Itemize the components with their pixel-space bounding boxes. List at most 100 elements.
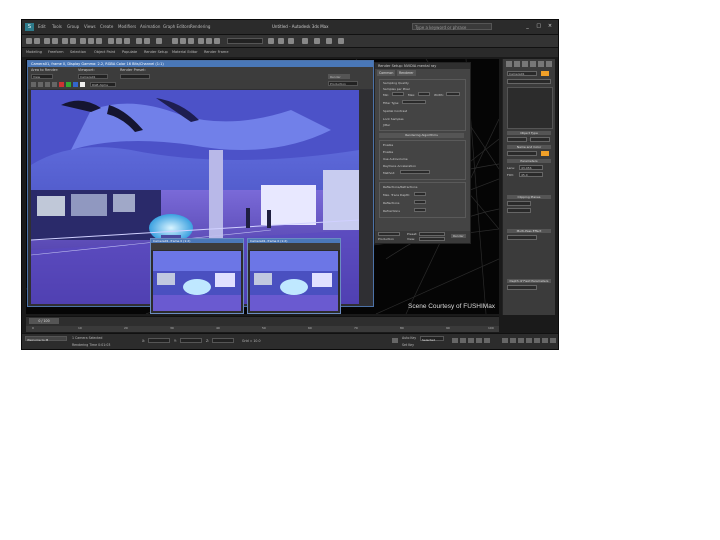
rollout-dof-parameters[interactable]: Depth of Field Parameters [507,279,551,283]
fov-field[interactable]: 45.0 [519,172,543,177]
schematic-icon[interactable] [180,38,186,44]
isolate-icon[interactable] [302,38,308,44]
channel-display-dropdown[interactable]: RGB Alpha [90,82,116,87]
graphite-icon[interactable] [326,38,332,44]
go-to-start-icon[interactable] [452,338,458,343]
snap-icon[interactable] [108,38,114,44]
clone-window-icon[interactable] [45,82,50,87]
modifier-stack[interactable] [507,87,553,129]
minimize-button[interactable]: _ [523,23,531,30]
menu-tools[interactable]: Tools [52,24,62,29]
alpha-channel-icon[interactable] [80,82,85,87]
curve-editor-icon[interactable] [172,38,178,44]
rollout-name-and-color[interactable]: Name and Color [507,145,551,149]
selected-dropdown[interactable]: Selected [420,336,444,342]
tab-common[interactable]: Common [377,70,396,76]
thumbnail-window-2[interactable]: Camera01, frame 0 (1:2) [247,238,341,314]
menu-modifiers[interactable]: Modifiers [118,24,136,29]
modify-tab-icon[interactable] [514,61,520,67]
red-channel-icon[interactable] [59,82,64,87]
tab-material-editor[interactable]: Material Editor [172,50,198,54]
tab-freeform[interactable]: Freeform [48,50,64,54]
tab-selection[interactable]: Selection [70,50,86,54]
tab-populate[interactable]: Populate [122,50,137,54]
scanline-enable-checkbox[interactable]: Enable [383,143,393,147]
menu-create[interactable]: Create [100,24,113,29]
tab-modeling[interactable]: Modeling [26,50,42,54]
z-coordinate-field[interactable] [212,338,234,343]
min-samples-field[interactable] [392,92,404,96]
menu-graph-editors[interactable]: Graph Editors [163,24,190,29]
menu-animation[interactable]: Animation [140,24,160,29]
motion-tab-icon[interactable] [530,61,536,67]
maximize-button[interactable]: □ [535,23,543,30]
raytrace-enable-checkbox[interactable]: Enable [383,150,393,154]
rollout-clipping-planes[interactable]: Clipping Planes [507,195,551,199]
play-icon[interactable] [468,338,474,343]
viewport-dropdown[interactable]: Camera01 [78,74,108,79]
lock-samples-checkbox[interactable]: Lock Samples [383,117,404,121]
near-clip-field[interactable] [507,201,531,206]
width-field[interactable] [446,92,460,96]
app-logo-icon[interactable]: S [25,23,34,31]
select-region-icon[interactable] [70,38,76,44]
menu-edit[interactable]: Edit [38,24,46,29]
view-dropdown[interactable] [419,237,445,241]
rollout-multi-pass-effect[interactable]: Multi-Pass Effect [507,229,551,233]
display-icon[interactable] [288,38,294,44]
use-autovolume-checkbox[interactable]: Use Autovolume [383,157,408,161]
camera-color-swatch[interactable] [541,151,549,156]
area-to-render-dropdown[interactable]: View [31,74,53,79]
set-key-button[interactable]: Set Key [402,343,414,347]
lens-field[interactable]: 43.456 [519,165,543,170]
time-slider-handle[interactable]: 0 / 100 [29,318,59,324]
next-frame-icon[interactable] [476,338,482,343]
production-dropdown[interactable]: Production [328,81,358,86]
x-coordinate-field[interactable] [148,338,170,343]
move-icon[interactable] [80,38,86,44]
modifier-list-dropdown[interactable] [507,79,551,84]
hierarchy-tab-icon[interactable] [522,61,528,67]
refractions-field[interactable] [414,208,426,212]
undo-icon[interactable] [26,38,32,44]
max-samples-field[interactable] [418,92,430,96]
maxscript-listener[interactable]: Welcome to M [25,336,67,342]
align-icon[interactable] [144,38,150,44]
layer-icon[interactable] [156,38,162,44]
method-dropdown[interactable] [400,170,430,174]
jitter-checkbox[interactable]: Jitter [383,123,390,127]
unlink-icon[interactable] [52,38,58,44]
menu-group[interactable]: Group [67,24,79,29]
render-teapot-icon[interactable] [214,38,220,44]
dof-field[interactable] [507,285,537,290]
close-button[interactable]: × [546,23,554,30]
menu-views[interactable]: Views [84,24,96,29]
mirror-icon[interactable] [136,38,142,44]
field-of-view-icon[interactable] [526,338,532,343]
max-trace-depth-field[interactable] [414,192,426,196]
selection-set-dropdown[interactable] [227,38,263,44]
go-to-end-icon[interactable] [484,338,490,343]
named-selection-icon[interactable] [268,38,274,44]
auto-key-button[interactable]: Auto Key [402,336,416,340]
production-dropdown[interactable] [378,232,400,236]
print-image-icon[interactable] [52,82,57,87]
multi-pass-dropdown[interactable] [507,235,537,240]
pan-icon[interactable] [534,338,540,343]
blue-channel-icon[interactable] [73,82,78,87]
utilities-tab-icon[interactable] [546,61,552,67]
track-bar[interactable]: 0 10 20 30 40 50 60 70 80 90 100 [26,326,499,332]
rendering-algorithms-header[interactable]: Rendering Algorithms [379,133,464,138]
rollout-object-type[interactable]: Object Type [507,131,551,135]
filter-type-dropdown[interactable] [402,100,426,104]
object-name-field[interactable]: Camera01 [507,71,537,76]
zoom-extents-icon[interactable] [518,338,524,343]
material-editor-icon[interactable] [188,38,194,44]
tab-render-setup[interactable]: Render Setup [144,50,168,54]
zoom-icon[interactable] [502,338,508,343]
tab-render-frame[interactable]: Render Frame [204,50,228,54]
zoom-all-icon[interactable] [510,338,516,343]
rollout-parameters[interactable]: Parameters [507,159,551,163]
tab-renderer[interactable]: Renderer [397,70,416,76]
target-camera-button[interactable] [507,137,527,142]
